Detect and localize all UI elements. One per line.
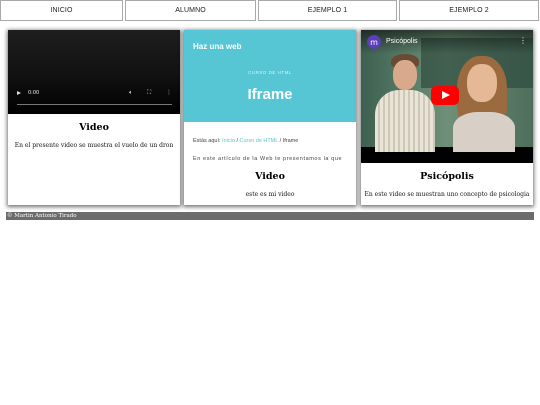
iframe-page-title: Iframe: [247, 86, 293, 103]
card-title: Video: [79, 122, 109, 133]
nav-label: EJEMPLO 2: [449, 7, 489, 14]
nav-label: ALUMNO: [175, 7, 206, 14]
youtube-top-bar: m Psicópolis ⋮: [361, 30, 533, 54]
nav-ejemplo-2-button[interactable]: EJEMPLO 2: [399, 0, 539, 21]
breadcrumb-separator: /: [236, 138, 238, 144]
thumbnail-person: [393, 60, 417, 90]
iframe-breadcrumb: Estás aquí: Inicio / Curso de HTML / Ifr…: [193, 138, 298, 144]
iframe-card: Haz una web CURSO DE HTML Iframe Estás a…: [184, 30, 356, 205]
thumbnail-person: [467, 64, 497, 102]
video-player[interactable]: 0:00 🔈︎ ⛶ ⋮: [8, 30, 180, 114]
nav-alumno-button[interactable]: ALUMNO: [125, 0, 256, 21]
iframe-hero: Haz una web CURSO DE HTML Iframe: [184, 30, 356, 122]
footer-text: © Martin Antonio Tirado: [7, 213, 77, 219]
channel-name[interactable]: Psicópolis: [386, 38, 418, 45]
fullscreen-icon[interactable]: ⛶: [147, 89, 151, 97]
video-card-dron: 0:00 🔈︎ ⛶ ⋮ Video En el presente video s…: [8, 30, 180, 205]
nav-ejemplo-1-button[interactable]: EJEMPLO 1: [258, 0, 397, 21]
iframe-site-name[interactable]: Haz una web: [193, 42, 241, 51]
channel-initial: m: [370, 37, 378, 47]
card-description: este es mi video: [245, 191, 295, 198]
volume-icon[interactable]: 🔈︎: [129, 89, 133, 97]
card-description: En este video se muestran uno concepto d…: [364, 191, 530, 198]
channel-avatar[interactable]: m: [367, 35, 381, 49]
youtube-play-icon[interactable]: [431, 86, 459, 105]
card-title: Video: [255, 171, 285, 182]
nav-label: INICIO: [50, 7, 73, 14]
play-icon[interactable]: [17, 91, 21, 95]
more-vertical-icon[interactable]: ⋮: [166, 89, 172, 96]
thumbnail-person: [375, 90, 435, 152]
thumbnail-person: [453, 112, 515, 152]
video-progress-track[interactable]: [17, 104, 172, 105]
card-description: En el presente video se muestra el vuelo…: [14, 142, 174, 149]
footer: © Martin Antonio Tirado: [6, 212, 534, 220]
youtube-embed[interactable]: m Psicópolis ⋮: [361, 30, 533, 163]
breadcrumb-separator: /: [279, 138, 282, 144]
breadcrumb-link-inicio[interactable]: Inicio: [222, 138, 235, 144]
iframe-kicker: CURSO DE HTML: [248, 70, 292, 75]
top-nav: INICIO ALUMNO EJEMPLO 1 EJEMPLO 2: [0, 0, 540, 21]
breadcrumb-link-curso[interactable]: Curso de HTML: [240, 138, 279, 144]
nav-label: EJEMPLO 1: [307, 7, 348, 14]
youtube-card: m Psicópolis ⋮ Psicópolis En este video …: [361, 30, 533, 205]
breadcrumb-current: Iframe: [282, 138, 299, 144]
embedded-iframe[interactable]: Haz una web CURSO DE HTML Iframe Estás a…: [184, 30, 356, 163]
nav-inicio-button[interactable]: INICIO: [0, 0, 123, 21]
more-vertical-icon[interactable]: ⋮: [519, 36, 527, 45]
card-title: Psicópolis: [420, 171, 474, 182]
video-time: 0:00: [28, 90, 40, 96]
breadcrumb-prefix: Estás aquí:: [193, 138, 221, 144]
iframe-body-text: En este artículo de la Web te presentamo…: [193, 156, 343, 162]
